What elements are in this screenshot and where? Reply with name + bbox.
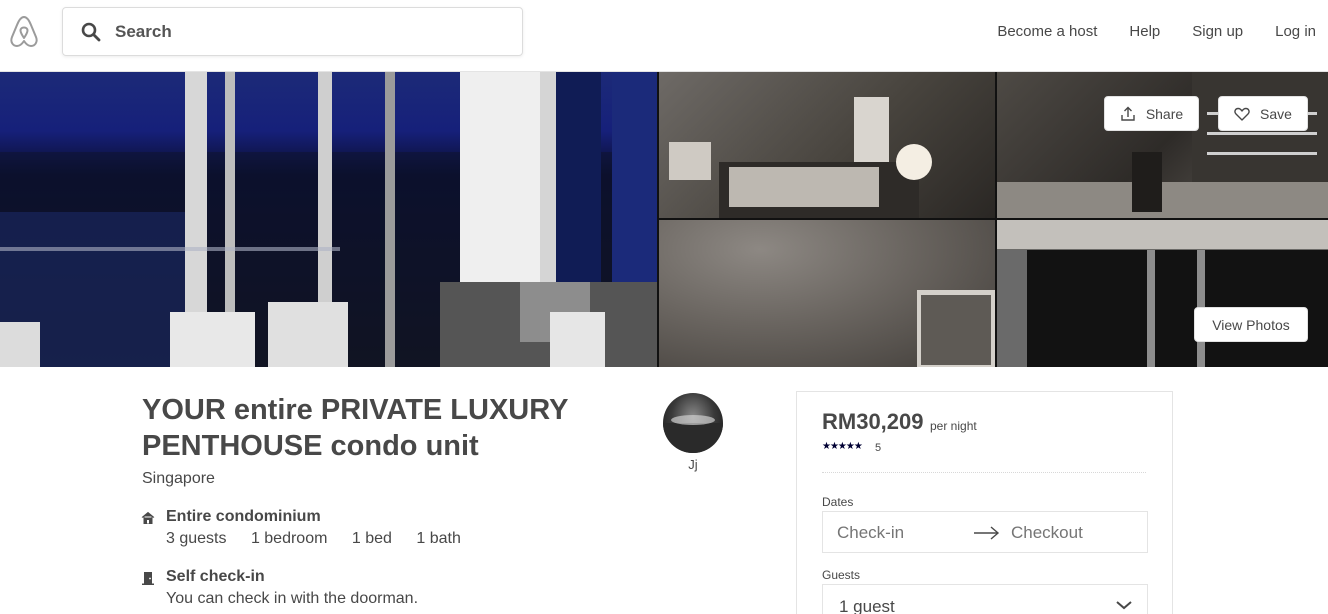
guests-select[interactable]: 1 guest xyxy=(822,584,1148,614)
self-checkin-subtitle: You can check in with the doorman. xyxy=(166,590,419,607)
view-photos-label: View Photos xyxy=(1212,316,1290,333)
chevron-down-icon xyxy=(1116,601,1132,610)
save-button[interactable]: Save xyxy=(1218,96,1308,131)
host-avatar[interactable] xyxy=(663,393,723,453)
booking-panel: RM30,209 per night ★★★★★ 5 Dates Check-i… xyxy=(796,391,1173,614)
guests-label: Guests xyxy=(822,568,861,582)
share-label: Share xyxy=(1145,105,1184,122)
rating-stars: ★★★★★ xyxy=(822,441,863,452)
search-input[interactable] xyxy=(115,18,505,46)
photo-living-room[interactable] xyxy=(997,72,1328,218)
bed-count: 1 bed xyxy=(351,530,392,547)
review-count[interactable]: 5 xyxy=(875,442,881,454)
nav-sign-up[interactable]: Sign up xyxy=(1192,23,1243,40)
nav-log-in[interactable]: Log in xyxy=(1275,23,1316,40)
dates-picker: Check-in Checkout xyxy=(822,511,1148,553)
share-button[interactable]: Share xyxy=(1104,96,1199,131)
bedroom-count: 1 bedroom xyxy=(250,530,328,547)
property-details: 3 guests 1 bedroom 1 bed 1 bath xyxy=(166,530,481,548)
host-name[interactable]: Jj xyxy=(663,457,723,472)
checkin-field[interactable]: Check-in xyxy=(837,523,904,543)
main-photo[interactable] xyxy=(0,72,657,367)
save-label: Save xyxy=(1260,105,1292,122)
photo-living-room-scene xyxy=(997,72,1328,218)
photo-corner[interactable] xyxy=(659,220,995,367)
airbnb-logo-icon[interactable] xyxy=(8,15,40,49)
photo-window-view[interactable] xyxy=(997,220,1328,367)
arrow-right-icon xyxy=(974,526,1000,540)
nav-help[interactable]: Help xyxy=(1129,23,1160,40)
listing-title: YOUR entire PRIVATE LUXURY PENTHOUSE con… xyxy=(142,394,568,462)
booking-divider xyxy=(822,472,1146,473)
nightly-price: RM30,209 xyxy=(822,409,924,434)
host-avatar-photo xyxy=(663,415,723,453)
home-icon xyxy=(141,511,155,524)
search-icon xyxy=(81,22,101,42)
per-night-label: per night xyxy=(930,419,977,433)
top-nav: Become a host Help Sign up Log in xyxy=(997,0,1328,62)
heart-icon xyxy=(1234,107,1250,121)
share-icon xyxy=(1121,106,1135,121)
search-bar[interactable] xyxy=(62,7,523,56)
photo-bedroom-scene xyxy=(669,97,932,218)
self-checkin-title: Self check-in xyxy=(166,568,265,585)
nav-become-host[interactable]: Become a host xyxy=(997,23,1097,40)
photo-bedroom[interactable] xyxy=(659,72,995,218)
checkout-field[interactable]: Checkout xyxy=(1011,523,1083,543)
view-photos-button[interactable]: View Photos xyxy=(1194,307,1308,342)
dates-label: Dates xyxy=(822,495,854,509)
listing-location[interactable]: Singapore xyxy=(142,470,215,488)
main-photo-scene xyxy=(0,72,657,367)
property-type: Entire condominium xyxy=(166,508,321,525)
photo-gallery: Share Save View Photos xyxy=(0,72,1328,367)
photo-window-view-scene xyxy=(997,250,1328,367)
guests-value: 1 guest xyxy=(839,597,895,614)
door-icon xyxy=(142,572,154,585)
guests-count: 3 guests xyxy=(166,530,227,547)
site-header: Become a host Help Sign up Log in xyxy=(0,0,1328,72)
photo-corner-scene xyxy=(917,290,995,367)
bath-count: 1 bath xyxy=(416,530,461,547)
